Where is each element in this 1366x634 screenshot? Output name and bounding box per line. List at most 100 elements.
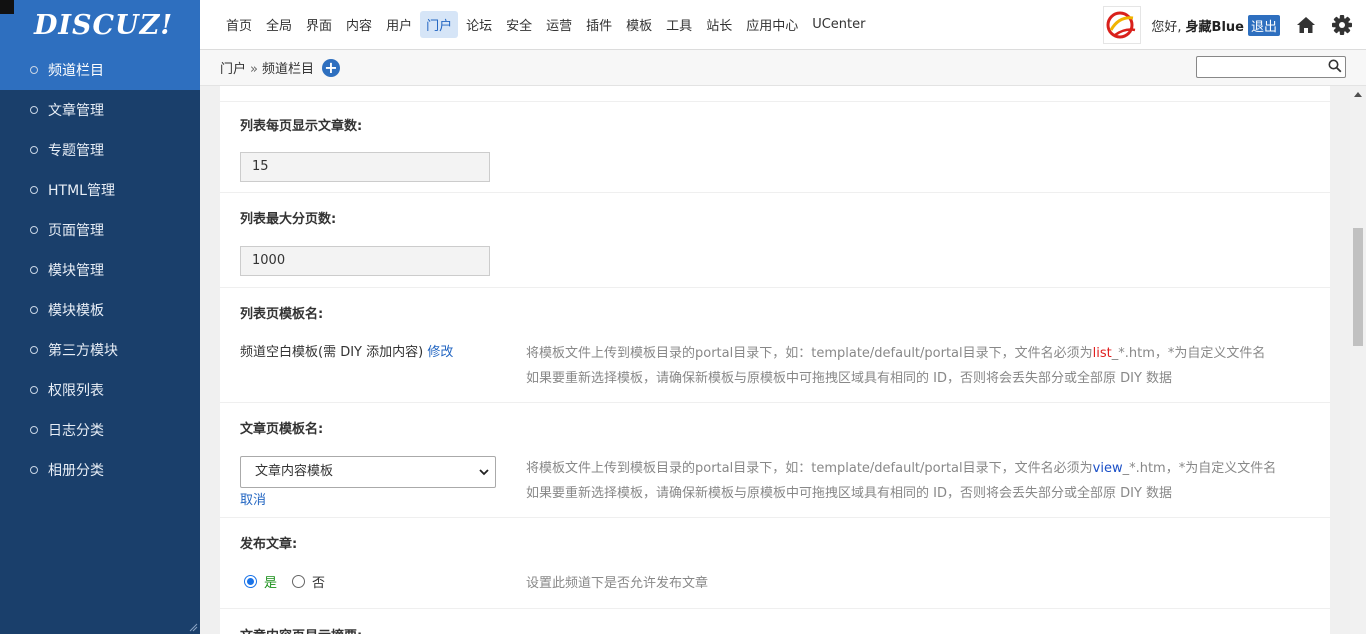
chevron-down-icon bbox=[479, 469, 489, 476]
sidebar-item-block-templates[interactable]: 模块模板 bbox=[0, 290, 200, 330]
bullet-icon bbox=[30, 186, 38, 194]
bullet-icon bbox=[30, 66, 38, 74]
sidebar-item-topics[interactable]: 专题管理 bbox=[0, 130, 200, 170]
radio-circle[interactable] bbox=[244, 575, 257, 588]
publish-no-radio[interactable]: 否 bbox=[292, 572, 325, 591]
bullet-icon bbox=[30, 306, 38, 314]
nav-item[interactable]: 插件 bbox=[580, 11, 618, 38]
nav-item[interactable]: 全局 bbox=[260, 11, 298, 38]
nav-item[interactable]: 内容 bbox=[340, 11, 378, 38]
publish-label: 发布文章: bbox=[240, 537, 298, 552]
article-template-select[interactable]: 文章内容模板 bbox=[240, 456, 496, 488]
publish-no-label: 否 bbox=[312, 576, 326, 591]
form-row-summary: 文章内容页显示摘要: bbox=[220, 609, 1330, 634]
breadcrumb-separator: » bbox=[250, 62, 258, 77]
nav-item[interactable]: 应用中心 bbox=[740, 11, 804, 38]
sidebar-item-permissions[interactable]: 权限列表 bbox=[0, 370, 200, 410]
radio-circle[interactable] bbox=[292, 575, 305, 588]
sidebar-item-label: 权限列表 bbox=[48, 383, 104, 399]
breadcrumb-root[interactable]: 门户 bbox=[220, 62, 246, 77]
nav-item[interactable]: 模板 bbox=[620, 11, 658, 38]
top-header: 首页 全局 界面 内容 用户 门户 论坛 安全 运营 插件 模板 工具 站长 应用中心 UCenter 您好… bbox=[200, 0, 1366, 50]
sidebar-item-pages[interactable]: 页面管理 bbox=[0, 210, 200, 250]
note-text-end: _*.htm，*为自定义文件名 bbox=[1122, 461, 1277, 476]
list-template-name-text: 频道空白模板(需 DIY 添加内容) bbox=[240, 345, 424, 360]
form-row-publish: 发布文章: 是 否 设置此频道下是否允许发布文章 bbox=[220, 518, 1330, 609]
search-icon[interactable] bbox=[1328, 59, 1342, 73]
list-template-name: 频道空白模板(需 DIY 添加内容) 修改 bbox=[240, 341, 453, 360]
bullet-icon bbox=[30, 146, 38, 154]
sidebar-item-album-categories[interactable]: 相册分类 bbox=[0, 450, 200, 490]
gear-icon[interactable] bbox=[1330, 13, 1354, 37]
nav-item[interactable]: UCenter bbox=[806, 13, 871, 36]
article-template-note: 将模板文件上传到模板目录的portal目录下，如：template/defaul… bbox=[526, 456, 1276, 506]
window-corner-mark bbox=[0, 0, 14, 14]
max-pages-label: 列表最大分页数: bbox=[240, 212, 337, 227]
article-template-label: 文章页模板名: bbox=[240, 422, 324, 437]
bullet-icon bbox=[30, 346, 38, 354]
article-template-selected: 文章内容模板 bbox=[255, 464, 334, 479]
max-pages-input[interactable]: 1000 bbox=[240, 246, 490, 276]
sidebar-menu: 频道栏目 文章管理 专题管理 HTML管理 页面管理 模块管理 模块模板 第三方… bbox=[0, 50, 200, 490]
nav-item[interactable]: 首页 bbox=[220, 11, 258, 38]
sidebar-item-articles[interactable]: 文章管理 bbox=[0, 90, 200, 130]
form-row-previous bbox=[220, 86, 1330, 102]
publish-yes-radio[interactable]: 是 bbox=[244, 572, 277, 591]
sidebar-item-label: 文章管理 bbox=[48, 103, 104, 119]
content-scrollbar[interactable] bbox=[1350, 86, 1366, 634]
cancel-link[interactable]: 取消 bbox=[240, 489, 266, 508]
avatar[interactable] bbox=[1103, 6, 1142, 44]
logo[interactable]: DISCUZ! bbox=[0, 0, 200, 50]
top-nav: 首页 全局 界面 内容 用户 门户 论坛 安全 运营 插件 模板 工具 站长 应用中心 UCenter bbox=[200, 11, 874, 38]
note-warning: 如果要重新选择模板，请确保新模板与原模板中可拖拽区域具有相同的 ID，否则将会丢… bbox=[526, 486, 1173, 501]
sidebar-item-html[interactable]: HTML管理 bbox=[0, 170, 200, 210]
user-area: 您好, 身藏Blue 退出 bbox=[1103, 0, 1366, 50]
note-text-end: _*.htm，*为自定义文件名 bbox=[1111, 346, 1266, 361]
sidebar-item-label: 相册分类 bbox=[48, 463, 104, 479]
nav-item[interactable]: 安全 bbox=[500, 11, 538, 38]
sidebar-item-log-categories[interactable]: 日志分类 bbox=[0, 410, 200, 450]
per-page-input[interactable]: 15 bbox=[240, 152, 490, 182]
list-template-note: 将模板文件上传到模板目录的portal目录下，如：template/defaul… bbox=[526, 341, 1265, 391]
sidebar-item-label: HTML管理 bbox=[48, 183, 115, 199]
publish-yes-label: 是 bbox=[264, 576, 278, 591]
breadcrumb-bar: 门户 » 频道栏目 + bbox=[200, 50, 1366, 86]
logo-text: DISCUZ! bbox=[34, 9, 174, 41]
scroll-up-icon[interactable] bbox=[1354, 92, 1362, 97]
sidebar-item-label: 模块管理 bbox=[48, 263, 104, 279]
username[interactable]: 身藏Blue bbox=[1186, 16, 1244, 35]
form-row-per-page: 列表每页显示文章数: 15 bbox=[220, 102, 1330, 193]
sidebar-item-label: 频道栏目 bbox=[48, 63, 104, 79]
main-content: 列表每页显示文章数: 15 列表最大分页数: 1000 列表页模板名: 频道空白… bbox=[200, 86, 1350, 634]
settings-panel: 列表每页显示文章数: 15 列表最大分页数: 1000 列表页模板名: 频道空白… bbox=[220, 86, 1330, 634]
form-row-article-template: 文章页模板名: 文章内容模板 取消 将模板文件上传到模板目录的portal目录下… bbox=[220, 403, 1330, 518]
sidebar-item-third-party[interactable]: 第三方模块 bbox=[0, 330, 200, 370]
nav-item[interactable]: 论坛 bbox=[460, 11, 498, 38]
edit-template-link[interactable]: 修改 bbox=[427, 345, 453, 360]
nav-item[interactable]: 门户 bbox=[420, 11, 459, 38]
resize-grip-icon[interactable] bbox=[188, 622, 198, 632]
bullet-icon bbox=[30, 106, 38, 114]
sidebar-item-label: 页面管理 bbox=[48, 223, 104, 239]
nav-item[interactable]: 用户 bbox=[380, 11, 418, 38]
breadcrumb-current: 频道栏目 bbox=[261, 62, 314, 77]
nav-item[interactable]: 站长 bbox=[700, 11, 738, 38]
sidebar-item-label: 日志分类 bbox=[48, 423, 104, 439]
bullet-icon bbox=[30, 226, 38, 234]
note-highlight: list bbox=[1092, 346, 1112, 361]
scrollbar-thumb[interactable] bbox=[1353, 228, 1363, 346]
summary-label: 文章内容页显示摘要: bbox=[240, 625, 362, 634]
sidebar-item-blocks[interactable]: 模块管理 bbox=[0, 250, 200, 290]
note-highlight: view bbox=[1092, 461, 1123, 476]
nav-item[interactable]: 工具 bbox=[660, 11, 698, 38]
nav-item[interactable]: 界面 bbox=[300, 11, 338, 38]
add-shortcut-button[interactable]: + bbox=[322, 58, 340, 77]
bullet-icon bbox=[30, 426, 38, 434]
nav-item[interactable]: 运营 bbox=[540, 11, 578, 38]
logout-button[interactable]: 退出 bbox=[1247, 14, 1280, 36]
search-input[interactable] bbox=[1196, 56, 1346, 78]
sidebar: DISCUZ! 频道栏目 文章管理 专题管理 HTML管理 页面管理 模块管理 … bbox=[0, 0, 200, 634]
per-page-label: 列表每页显示文章数: bbox=[240, 119, 363, 134]
sidebar-item-channels[interactable]: 频道栏目 bbox=[0, 50, 200, 90]
home-icon[interactable] bbox=[1294, 13, 1318, 37]
